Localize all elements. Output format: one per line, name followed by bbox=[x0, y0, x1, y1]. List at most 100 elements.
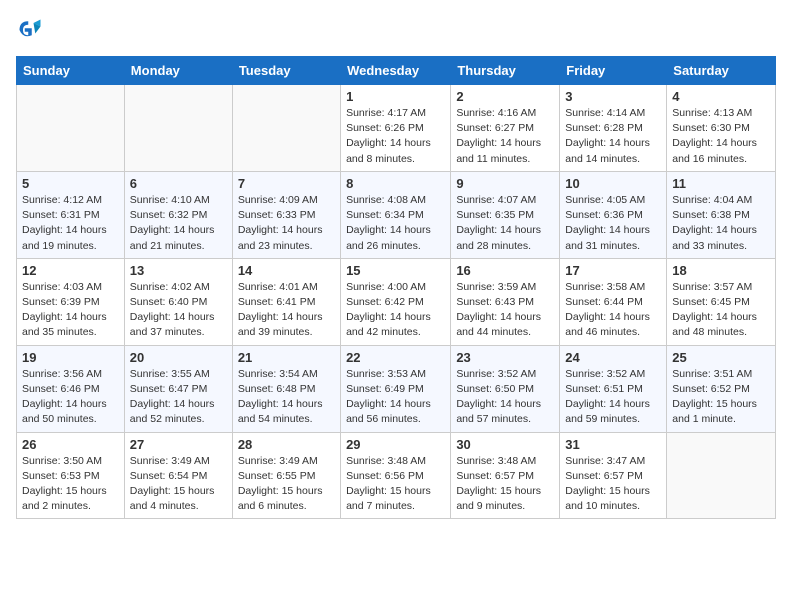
day-number: 22 bbox=[346, 350, 445, 365]
day-info: Sunrise: 4:10 AM Sunset: 6:32 PM Dayligh… bbox=[130, 193, 227, 254]
day-number: 2 bbox=[456, 89, 554, 104]
day-info: Sunrise: 3:52 AM Sunset: 6:50 PM Dayligh… bbox=[456, 367, 554, 428]
column-header-saturday: Saturday bbox=[667, 57, 776, 85]
calendar-cell: 14 Sunrise: 4:01 AM Sunset: 6:41 PM Dayli… bbox=[232, 258, 340, 345]
day-number: 26 bbox=[22, 437, 119, 452]
day-number: 21 bbox=[238, 350, 335, 365]
calendar-cell: 13 Sunrise: 4:02 AM Sunset: 6:40 PM Dayli… bbox=[124, 258, 232, 345]
calendar-cell bbox=[232, 85, 340, 172]
day-number: 28 bbox=[238, 437, 335, 452]
day-number: 12 bbox=[22, 263, 119, 278]
column-header-thursday: Thursday bbox=[451, 57, 560, 85]
day-info: Sunrise: 4:03 AM Sunset: 6:39 PM Dayligh… bbox=[22, 280, 119, 341]
day-info: Sunrise: 3:55 AM Sunset: 6:47 PM Dayligh… bbox=[130, 367, 227, 428]
calendar-cell: 6 Sunrise: 4:10 AM Sunset: 6:32 PM Daylig… bbox=[124, 171, 232, 258]
calendar-cell: 7Sunrise: 4:09 AM Sunset: 6:33 PM Daylig… bbox=[232, 171, 340, 258]
day-info: Sunrise: 3:51 AM Sunset: 6:52 PM Dayligh… bbox=[672, 367, 770, 428]
day-info: Sunrise: 4:12 AM Sunset: 6:31 PM Dayligh… bbox=[22, 193, 119, 254]
day-info: Sunrise: 4:00 AM Sunset: 6:42 PM Dayligh… bbox=[346, 280, 445, 341]
calendar-cell: 4 Sunrise: 4:13 AM Sunset: 6:30 PM Daylig… bbox=[667, 85, 776, 172]
day-number: 16 bbox=[456, 263, 554, 278]
day-info: Sunrise: 3:57 AM Sunset: 6:45 PM Dayligh… bbox=[672, 280, 770, 341]
calendar-cell: 29 Sunrise: 3:48 AM Sunset: 6:56 PM Dayli… bbox=[341, 432, 451, 519]
calendar-cell: 21Sunrise: 3:54 AM Sunset: 6:48 PM Dayli… bbox=[232, 345, 340, 432]
day-number: 25 bbox=[672, 350, 770, 365]
day-info: Sunrise: 3:58 AM Sunset: 6:44 PM Dayligh… bbox=[565, 280, 661, 341]
day-number: 13 bbox=[130, 263, 227, 278]
day-info: Sunrise: 4:04 AM Sunset: 6:38 PM Dayligh… bbox=[672, 193, 770, 254]
day-number: 19 bbox=[22, 350, 119, 365]
day-info: Sunrise: 4:17 AM Sunset: 6:26 PM Dayligh… bbox=[346, 106, 445, 167]
day-info: Sunrise: 4:05 AM Sunset: 6:36 PM Dayligh… bbox=[565, 193, 661, 254]
day-info: Sunrise: 3:48 AM Sunset: 6:56 PM Dayligh… bbox=[346, 454, 445, 515]
column-header-monday: Monday bbox=[124, 57, 232, 85]
calendar-cell: 1 Sunrise: 4:17 AM Sunset: 6:26 PM Daylig… bbox=[341, 85, 451, 172]
day-number: 29 bbox=[346, 437, 445, 452]
calendar-cell bbox=[667, 432, 776, 519]
calendar-week-row: 26 Sunrise: 3:50 AM Sunset: 6:53 PM Dayli… bbox=[17, 432, 776, 519]
day-number: 11 bbox=[672, 176, 770, 191]
calendar-cell: 24Sunrise: 3:52 AM Sunset: 6:51 PM Dayli… bbox=[560, 345, 667, 432]
day-number: 8 bbox=[346, 176, 445, 191]
day-info: Sunrise: 4:02 AM Sunset: 6:40 PM Dayligh… bbox=[130, 280, 227, 341]
calendar-cell: 31 Sunrise: 3:47 AM Sunset: 6:57 PM Dayli… bbox=[560, 432, 667, 519]
day-number: 20 bbox=[130, 350, 227, 365]
day-number: 14 bbox=[238, 263, 335, 278]
calendar-cell: 22 Sunrise: 3:53 AM Sunset: 6:49 PM Dayli… bbox=[341, 345, 451, 432]
day-info: Sunrise: 3:49 AM Sunset: 6:55 PM Dayligh… bbox=[238, 454, 335, 515]
day-info: Sunrise: 3:48 AM Sunset: 6:57 PM Dayligh… bbox=[456, 454, 554, 515]
day-info: Sunrise: 3:56 AM Sunset: 6:46 PM Dayligh… bbox=[22, 367, 119, 428]
day-info: Sunrise: 4:13 AM Sunset: 6:30 PM Dayligh… bbox=[672, 106, 770, 167]
calendar-cell: 5Sunrise: 4:12 AM Sunset: 6:31 PM Daylig… bbox=[17, 171, 125, 258]
column-header-tuesday: Tuesday bbox=[232, 57, 340, 85]
day-number: 10 bbox=[565, 176, 661, 191]
day-number: 27 bbox=[130, 437, 227, 452]
calendar-cell: 9 Sunrise: 4:07 AM Sunset: 6:35 PM Daylig… bbox=[451, 171, 560, 258]
calendar-cell: 12 Sunrise: 4:03 AM Sunset: 6:39 PM Dayli… bbox=[17, 258, 125, 345]
logo bbox=[16, 16, 48, 44]
calendar-cell: 3 Sunrise: 4:14 AM Sunset: 6:28 PM Daylig… bbox=[560, 85, 667, 172]
calendar-cell: 17 Sunrise: 3:58 AM Sunset: 6:44 PM Dayli… bbox=[560, 258, 667, 345]
day-number: 24 bbox=[565, 350, 661, 365]
calendar-cell: 18 Sunrise: 3:57 AM Sunset: 6:45 PM Dayli… bbox=[667, 258, 776, 345]
day-number: 9 bbox=[456, 176, 554, 191]
calendar-cell: 19 Sunrise: 3:56 AM Sunset: 6:46 PM Dayli… bbox=[17, 345, 125, 432]
day-info: Sunrise: 3:50 AM Sunset: 6:53 PM Dayligh… bbox=[22, 454, 119, 515]
calendar-week-row: 5Sunrise: 4:12 AM Sunset: 6:31 PM Daylig… bbox=[17, 171, 776, 258]
day-number: 30 bbox=[456, 437, 554, 452]
day-number: 1 bbox=[346, 89, 445, 104]
calendar-cell: 27 Sunrise: 3:49 AM Sunset: 6:54 PM Dayli… bbox=[124, 432, 232, 519]
calendar-cell: 20 Sunrise: 3:55 AM Sunset: 6:47 PM Dayli… bbox=[124, 345, 232, 432]
day-number: 18 bbox=[672, 263, 770, 278]
calendar-cell: 26 Sunrise: 3:50 AM Sunset: 6:53 PM Dayli… bbox=[17, 432, 125, 519]
day-number: 15 bbox=[346, 263, 445, 278]
day-info: Sunrise: 3:59 AM Sunset: 6:43 PM Dayligh… bbox=[456, 280, 554, 341]
day-number: 4 bbox=[672, 89, 770, 104]
calendar-cell: 25 Sunrise: 3:51 AM Sunset: 6:52 PM Dayli… bbox=[667, 345, 776, 432]
day-number: 17 bbox=[565, 263, 661, 278]
calendar-week-row: 1 Sunrise: 4:17 AM Sunset: 6:26 PM Daylig… bbox=[17, 85, 776, 172]
day-info: Sunrise: 3:53 AM Sunset: 6:49 PM Dayligh… bbox=[346, 367, 445, 428]
day-info: Sunrise: 4:16 AM Sunset: 6:27 PM Dayligh… bbox=[456, 106, 554, 167]
day-number: 31 bbox=[565, 437, 661, 452]
calendar-cell: 30 Sunrise: 3:48 AM Sunset: 6:57 PM Dayli… bbox=[451, 432, 560, 519]
day-number: 3 bbox=[565, 89, 661, 104]
day-info: Sunrise: 3:47 AM Sunset: 6:57 PM Dayligh… bbox=[565, 454, 661, 515]
calendar-cell: 28 Sunrise: 3:49 AM Sunset: 6:55 PM Dayli… bbox=[232, 432, 340, 519]
calendar-cell: 8 Sunrise: 4:08 AM Sunset: 6:34 PM Daylig… bbox=[341, 171, 451, 258]
column-header-sunday: Sunday bbox=[17, 57, 125, 85]
day-info: Sunrise: 4:08 AM Sunset: 6:34 PM Dayligh… bbox=[346, 193, 445, 254]
calendar-cell: 16 Sunrise: 3:59 AM Sunset: 6:43 PM Dayli… bbox=[451, 258, 560, 345]
calendar-cell bbox=[17, 85, 125, 172]
calendar-table: SundayMondayTuesdayWednesdayThursdayFrid… bbox=[16, 56, 776, 519]
day-number: 6 bbox=[130, 176, 227, 191]
calendar-cell: 11 Sunrise: 4:04 AM Sunset: 6:38 PM Dayli… bbox=[667, 171, 776, 258]
column-header-wednesday: Wednesday bbox=[341, 57, 451, 85]
day-info: Sunrise: 3:49 AM Sunset: 6:54 PM Dayligh… bbox=[130, 454, 227, 515]
calendar-week-row: 12 Sunrise: 4:03 AM Sunset: 6:39 PM Dayli… bbox=[17, 258, 776, 345]
calendar-cell: 15 Sunrise: 4:00 AM Sunset: 6:42 PM Dayli… bbox=[341, 258, 451, 345]
column-header-friday: Friday bbox=[560, 57, 667, 85]
day-info: Sunrise: 4:07 AM Sunset: 6:35 PM Dayligh… bbox=[456, 193, 554, 254]
day-info: Sunrise: 4:14 AM Sunset: 6:28 PM Dayligh… bbox=[565, 106, 661, 167]
day-info: Sunrise: 4:01 AM Sunset: 6:41 PM Dayligh… bbox=[238, 280, 335, 341]
